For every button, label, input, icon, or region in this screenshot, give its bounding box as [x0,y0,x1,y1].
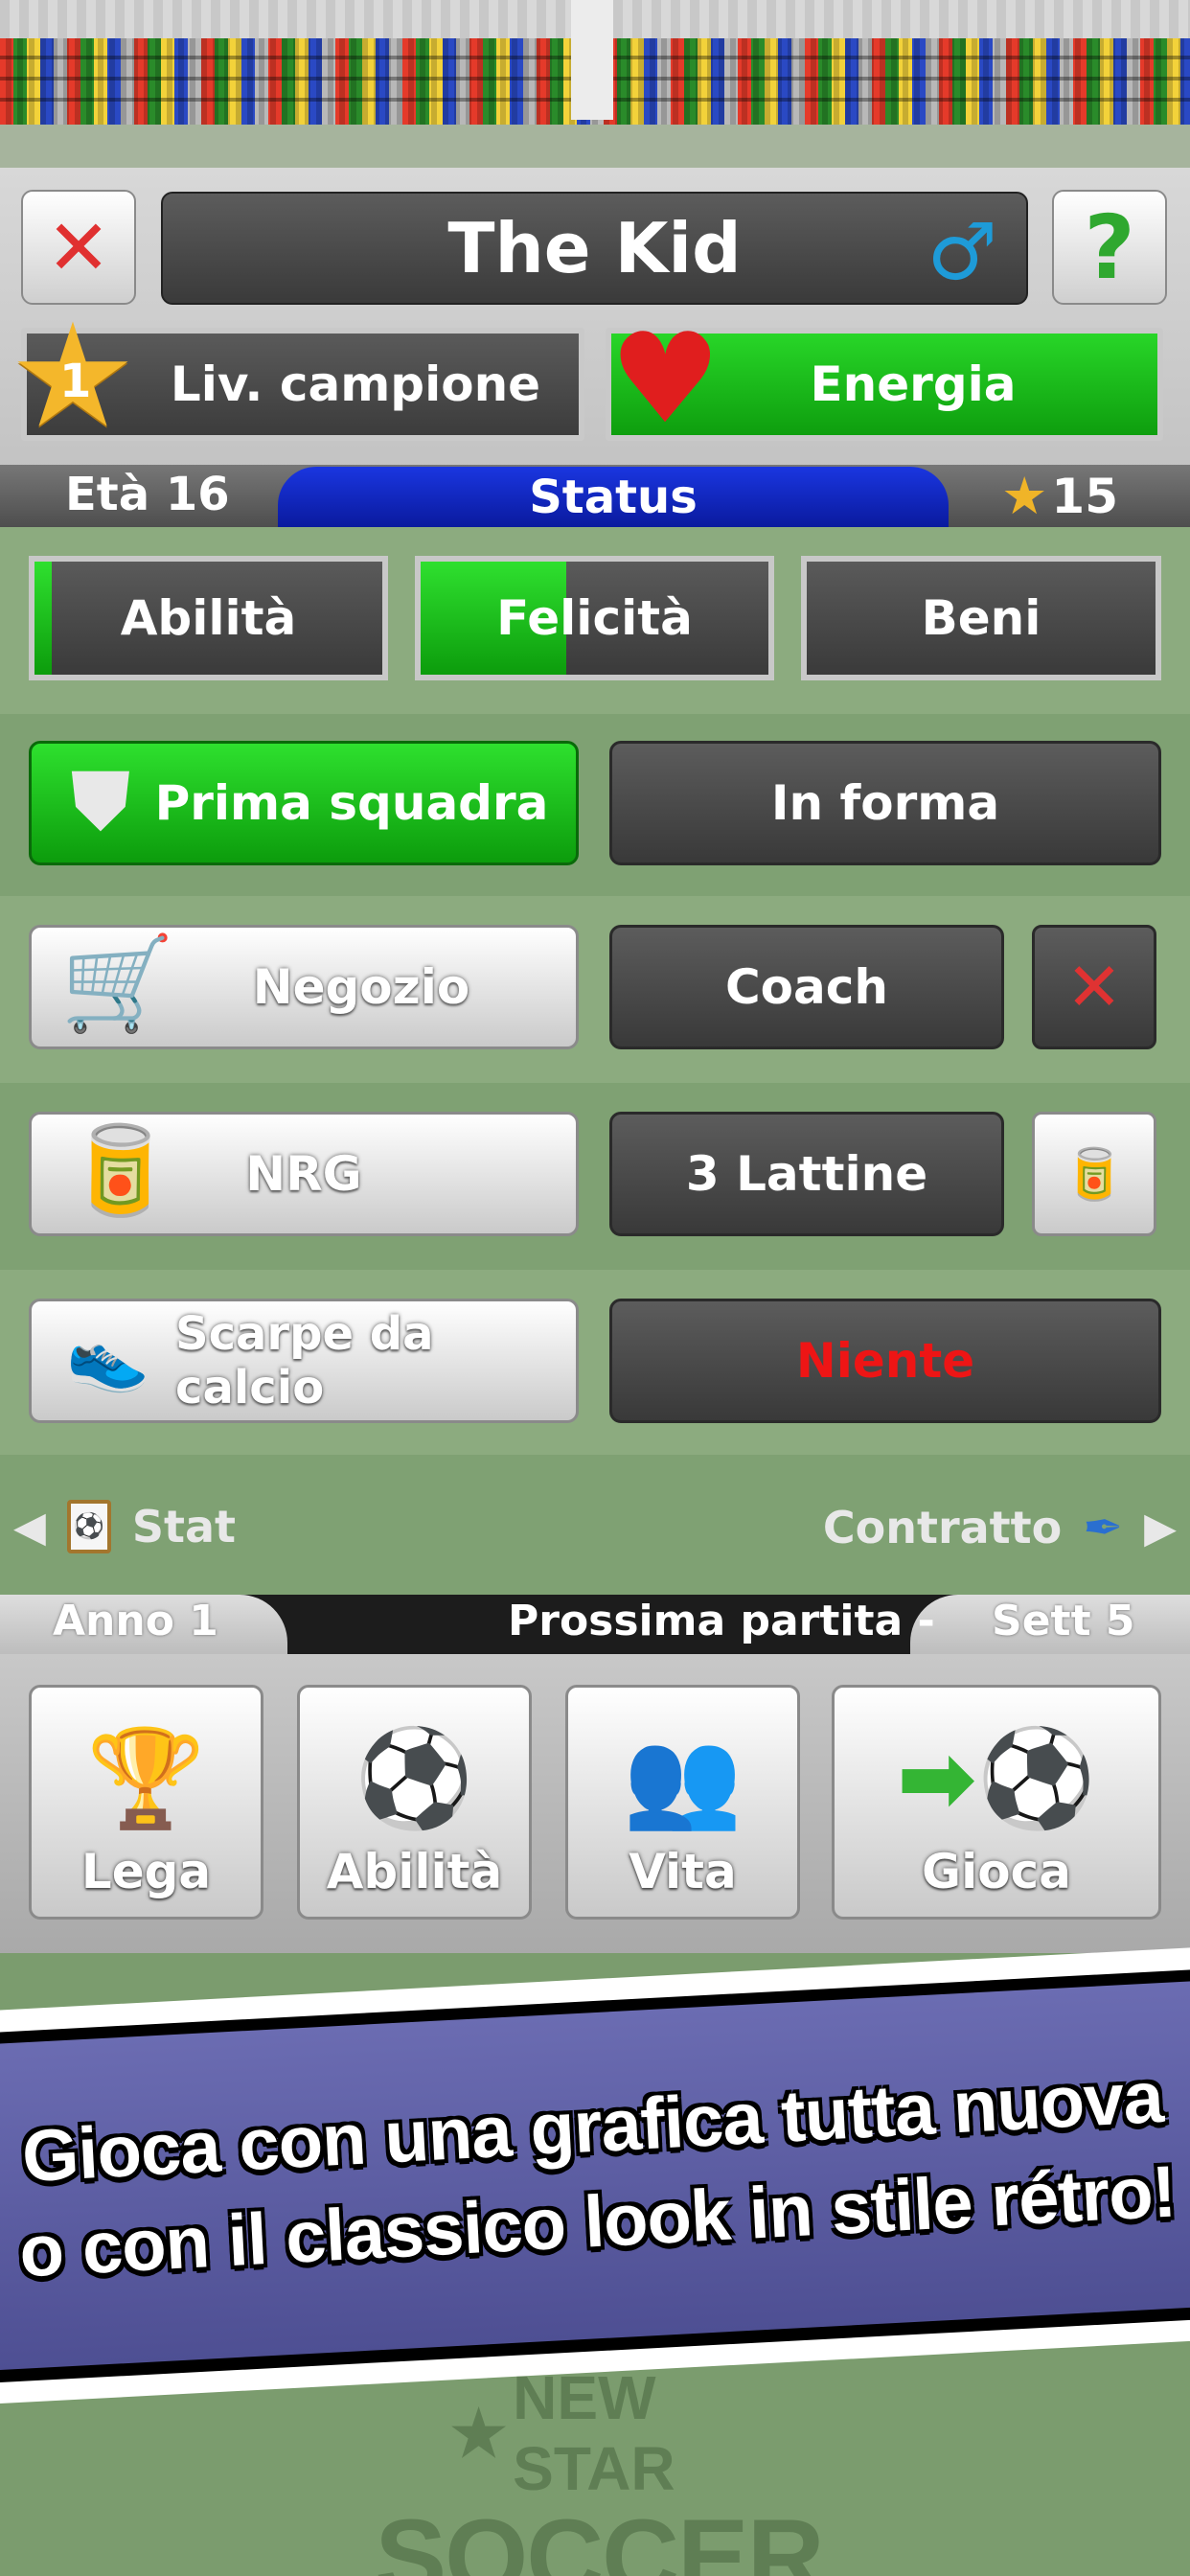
tab-beni-label: Beni [921,590,1041,646]
stat-nav[interactable]: ◀ ⚽ Stat [13,1500,236,1553]
age-label: Età 16 [65,468,230,521]
pen-icon: ✒ [1083,1500,1124,1555]
logo-top-text: NEW STAR [513,2363,675,2503]
boots-value: Niente [795,1333,975,1389]
nrg-button[interactable]: 🥫 NRG [29,1112,579,1236]
level-star-badge: ★ 1 [6,305,140,448]
cans-label: 3 Lattine [685,1146,928,1202]
coach-button[interactable]: Coach [609,925,1004,1049]
tab-felicita[interactable]: Felicità [415,556,774,680]
life-label: Vita [629,1844,737,1899]
logo-star-icon: ★ [450,2397,508,2469]
energy-label: Energia [810,356,1017,412]
contract-nav[interactable]: Contratto ✒ ▶ [823,1500,1177,1555]
male-icon: ♂ [927,207,997,298]
abilita-fill [34,562,53,675]
level-number: 1 [59,355,92,408]
trophy-icon: 🏆 [86,1722,206,1834]
tab-abilita-label: Abilità [120,590,297,646]
money-display: ★ 15 [1001,466,1118,526]
player-name: The Kid [447,208,742,288]
tab-abilita[interactable]: Abilità [29,556,388,680]
play-button[interactable]: ➡⚽ Gioca [832,1685,1161,1920]
logo-bottom-text: SOCCER [375,2497,824,2576]
close-icon: ✕ [1065,948,1123,1026]
team-button[interactable]: ⛊ Prima squadra [29,741,579,865]
stat-label: Stat [131,1501,236,1552]
boots-button[interactable]: 👟 Scarpe da calcio [29,1299,579,1423]
form-label: In forma [770,775,1000,831]
arrow-ball-icon: ➡⚽ [896,1722,1097,1834]
close-button[interactable]: ✕ [21,190,136,305]
boot-icon: 👟 [66,1317,150,1395]
help-button[interactable]: ? [1052,190,1167,305]
tab-beni[interactable]: Beni [801,556,1161,680]
league-label: Lega [80,1844,212,1899]
nrg-label: NRG [245,1146,362,1202]
cart-icon: 🛒 [60,930,175,1037]
shop-label: Negozio [252,959,470,1015]
energy-cans-icon: 🥫 [66,1120,174,1221]
coach-remove-button[interactable]: ✕ [1032,925,1156,1049]
shop-button[interactable]: 🛒 Negozio [29,925,579,1049]
status-label: Status [529,470,698,524]
tab-felicita-label: Felicità [496,590,693,646]
skills-label: Abilità [326,1844,503,1899]
cone-ball-icon: ⚽ [355,1722,474,1834]
skills-button[interactable]: ⚽ Abilità [297,1685,532,1920]
heart-icon: ♥ [609,306,721,451]
drink-can-button[interactable]: 🥫 [1032,1112,1156,1236]
can-icon: 🥫 [1063,1145,1126,1204]
coach-label: Coach [724,959,889,1015]
play-label: Gioca [922,1844,1071,1899]
crowd-banner [0,0,1190,125]
week-label: Sett 5 [992,1597,1135,1645]
status-tab[interactable]: Status [278,467,949,527]
level-label: Liv. campione [170,356,541,412]
top-strip [0,125,1190,172]
form-button[interactable]: In forma [609,741,1161,865]
player-name-box: The Kid ♂ [161,192,1028,305]
contract-label: Contratto [822,1502,1063,1553]
question-icon: ? [1084,196,1135,299]
shield-icon: ⛊ [72,756,129,845]
money-star-icon: ★ [1001,466,1048,526]
cans-count: 3 Lattine [609,1112,1004,1236]
close-icon: ✕ [46,202,111,292]
game-logo: ★ NEW STAR SOCCER [375,2362,824,2576]
chevron-right-icon: ▶ [1144,1503,1177,1552]
clipboard-icon: ⚽ [66,1500,111,1553]
league-button[interactable]: 🏆 Lega [29,1685,263,1920]
money-value: 15 [1051,468,1119,524]
life-button[interactable]: 👥 Vita [565,1685,800,1920]
boots-value-box: Niente [609,1299,1161,1423]
people-icon: 👥 [623,1722,743,1834]
next-match-label: Prossima partita - [508,1597,935,1645]
year-label: Anno 1 [53,1597,218,1645]
boots-label: Scarpe da calcio [175,1307,434,1414]
team-label: Prima squadra [154,775,549,831]
chevron-left-icon: ◀ [13,1502,46,1552]
